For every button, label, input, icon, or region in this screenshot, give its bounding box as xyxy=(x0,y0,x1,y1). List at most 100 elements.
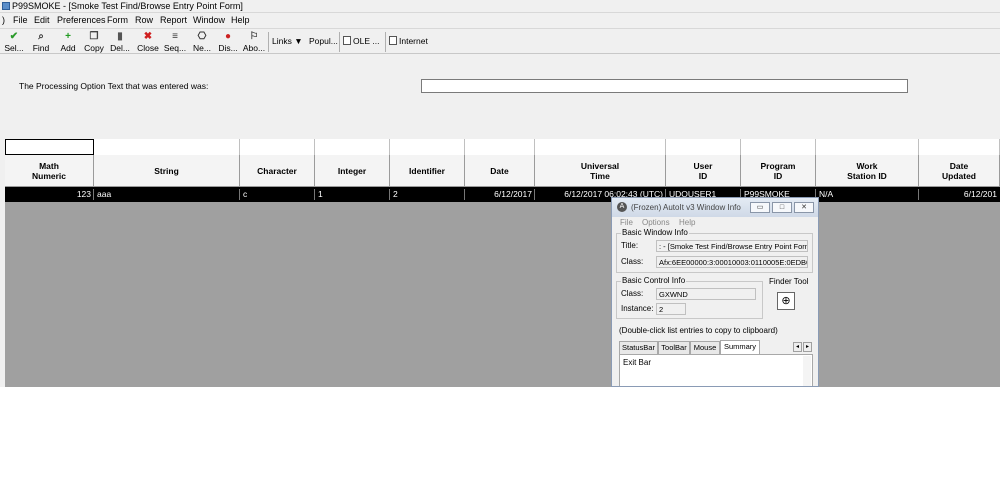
processing-option-panel: The Processing Option Text that was ente… xyxy=(6,66,1000,134)
finder-tool-crosshair-icon[interactable]: ⊕ xyxy=(777,292,795,310)
menu-form[interactable]: Form xyxy=(107,15,128,25)
menu-row[interactable]: Row xyxy=(135,15,153,25)
basic-window-info-label: Basic Window Info xyxy=(621,228,689,237)
qbe-cell-date-updated[interactable] xyxy=(919,139,1000,155)
cell-work-station-id[interactable]: N/A xyxy=(816,187,919,202)
control-class-label: Class: xyxy=(621,289,644,298)
menu-file[interactable]: File xyxy=(13,15,28,25)
autoit-title: (Frozen) AutoIt v3 Window Info xyxy=(631,203,741,212)
window-title: P99SMOKE - [Smoke Test Find/Browse Entry… xyxy=(12,1,243,11)
tab-statusbar[interactable]: StatusBar xyxy=(619,341,658,354)
ole-link[interactable]: OLE ... xyxy=(343,36,379,46)
instance-value[interactable]: 2 xyxy=(656,303,686,315)
qbe-row xyxy=(5,139,1000,155)
add-button[interactable]: + Add xyxy=(56,30,80,54)
menu-report[interactable]: Report xyxy=(160,15,187,25)
column-header-user-id[interactable]: User ID xyxy=(666,155,741,187)
qbe-cell-universal-time[interactable] xyxy=(535,139,666,155)
summary-list[interactable]: Exit Bar xyxy=(619,354,813,386)
sequence-icon: ≡ xyxy=(172,31,178,42)
column-header-date-updated[interactable]: Date Updated xyxy=(919,155,1000,187)
column-header-program-id[interactable]: Program ID xyxy=(741,155,816,187)
close-button[interactable]: ✖ Close xyxy=(135,30,161,54)
column-header-math-numeric[interactable]: Math Numeric xyxy=(5,155,94,187)
tab-toolbar[interactable]: ToolBar xyxy=(658,341,690,354)
menu-window[interactable]: Window xyxy=(193,15,225,25)
list-scrollbar[interactable] xyxy=(803,356,811,386)
menu-edit[interactable]: Edit xyxy=(34,15,50,25)
sequence-button[interactable]: ≡ Seq... xyxy=(163,30,187,54)
cell-identifier[interactable]: 2 xyxy=(390,187,465,202)
autoit-window-info: A (Frozen) AutoIt v3 Window Info ▭ □ ✕ F… xyxy=(611,197,819,387)
processing-option-label: The Processing Option Text that was ente… xyxy=(19,81,209,91)
toolbar: ✔ Sel... ⌕ Find + Add ❐ Copy ▮ Del... ✖ … xyxy=(0,28,1000,54)
window-class-value[interactable]: Afx:6EE00000:3:00010003:0110005E:0EDB0 xyxy=(656,256,808,268)
delete-button[interactable]: ▮ Del... xyxy=(108,30,132,54)
column-header-universal-time[interactable]: Universal Time xyxy=(535,155,666,187)
qbe-cell-string[interactable] xyxy=(94,139,240,155)
cell-math-numeric[interactable]: 123 xyxy=(5,187,94,202)
column-header-integer[interactable]: Integer xyxy=(315,155,390,187)
processing-option-field[interactable] xyxy=(421,79,908,93)
links-dropdown[interactable]: Links ▼ xyxy=(272,36,303,46)
app-icon xyxy=(2,2,10,10)
column-header-date[interactable]: Date xyxy=(465,155,535,187)
system-menu-icon[interactable]: ) xyxy=(2,15,5,25)
tab-scroll-right-icon[interactable]: ▸ xyxy=(803,342,812,352)
column-header-string[interactable]: String xyxy=(94,155,240,187)
control-class-value[interactable]: GXWND xyxy=(656,288,756,300)
autoit-title-bar[interactable]: A (Frozen) AutoIt v3 Window Info ▭ □ ✕ xyxy=(612,198,818,217)
cell-integer[interactable]: 1 xyxy=(315,187,390,202)
cell-date[interactable]: 6/12/2017 xyxy=(465,187,535,202)
toolbar-separator xyxy=(339,32,340,52)
find-icon: ⌕ xyxy=(38,31,44,42)
qbe-cell-work-station-id[interactable] xyxy=(816,139,919,155)
about-button[interactable]: ⚐ Abo... xyxy=(242,30,266,54)
window-title-value[interactable]: : - [Smoke Test Find/Browse Entry Point … xyxy=(656,240,808,252)
select-button[interactable]: ✔ Sel... xyxy=(2,30,26,54)
instance-label: Instance: xyxy=(621,304,654,313)
table-row[interactable]: 123 aaa c 1 2 6/12/2017 6/12/2017 06:02:… xyxy=(5,187,1000,202)
maximize-button[interactable]: □ xyxy=(772,202,792,213)
document-icon xyxy=(389,36,397,45)
autoit-menu-options[interactable]: Options xyxy=(642,218,670,227)
tab-mouse[interactable]: Mouse xyxy=(690,341,720,354)
minimize-button[interactable]: ▭ xyxy=(750,202,770,213)
list-item[interactable]: Exit Bar xyxy=(623,358,651,367)
qbe-cell-math-numeric[interactable] xyxy=(5,139,94,155)
display-button[interactable]: ● Dis... xyxy=(216,30,240,54)
copy-button[interactable]: ❐ Copy xyxy=(82,30,106,54)
menu-bar: ) File Edit Preferences Form Row Report … xyxy=(0,14,1000,27)
autoit-logo-icon: A xyxy=(617,202,627,212)
qbe-cell-character[interactable] xyxy=(240,139,315,155)
find-button[interactable]: ⌕ Find xyxy=(29,30,53,54)
popul-link[interactable]: Popul... xyxy=(309,36,338,46)
plus-icon: + xyxy=(65,31,71,42)
cell-date-updated[interactable]: 6/12/201 xyxy=(919,187,1000,202)
autoit-menu-file[interactable]: File xyxy=(620,218,633,227)
new-button[interactable]: ⎔ Ne... xyxy=(190,30,214,54)
document-icon xyxy=(343,36,351,45)
qbe-cell-date[interactable] xyxy=(465,139,535,155)
toolbar-separator xyxy=(385,32,386,52)
qbe-cell-program-id[interactable] xyxy=(741,139,816,155)
basic-control-info-label: Basic Control Info xyxy=(621,276,687,285)
qbe-cell-user-id[interactable] xyxy=(666,139,741,155)
tab-scroll-left-icon[interactable]: ◂ xyxy=(793,342,802,352)
qbe-cell-identifier[interactable] xyxy=(390,139,465,155)
column-header-identifier[interactable]: Identifier xyxy=(390,155,465,187)
internet-link[interactable]: Internet xyxy=(389,36,428,46)
checkmark-icon: ✔ xyxy=(9,31,19,42)
tab-summary[interactable]: Summary xyxy=(720,340,760,354)
column-header-work-station-id[interactable]: Work Station ID xyxy=(816,155,919,187)
menu-preferences[interactable]: Preferences xyxy=(57,15,106,25)
cell-string[interactable]: aaa xyxy=(94,187,240,202)
column-header-character[interactable]: Character xyxy=(240,155,315,187)
about-icon: ⚐ xyxy=(249,31,259,42)
qbe-cell-integer[interactable] xyxy=(315,139,390,155)
menu-help[interactable]: Help xyxy=(231,15,250,25)
cell-character[interactable]: c xyxy=(240,187,315,202)
window-close-button[interactable]: ✕ xyxy=(794,202,814,213)
trash-icon: ▮ xyxy=(117,31,123,42)
autoit-menu-help[interactable]: Help xyxy=(679,218,695,227)
